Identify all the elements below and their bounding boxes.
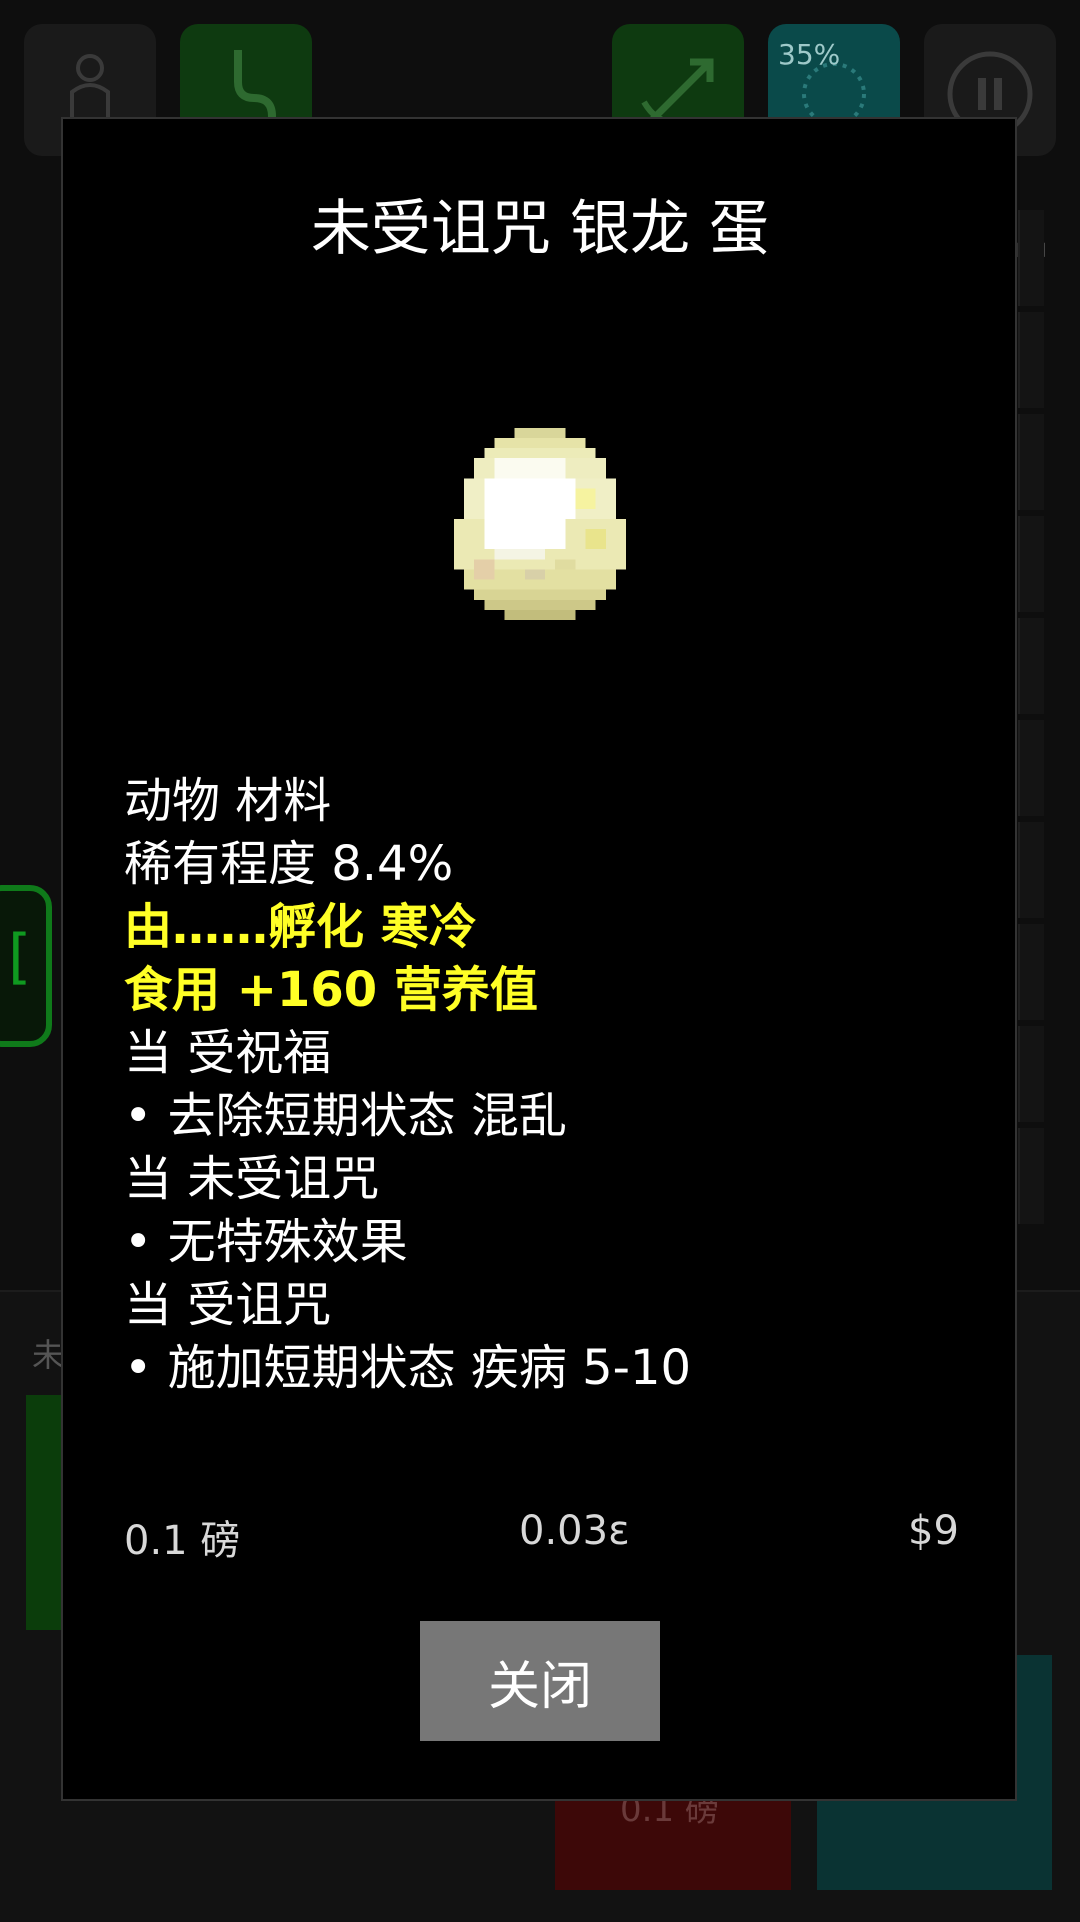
desc-line: 当 未受诅咒 [124,1151,380,1207]
desc-line-highlight: 食用 +160 营养值 [124,962,538,1018]
desc-line: 稀有程度 8.4% [124,836,454,892]
desc-line: • 去除短期状态 混乱 [124,1088,567,1144]
inventory-side-strip [1018,210,1044,1290]
silver-dragon-egg-icon [454,427,626,621]
item-weight: 0.1 磅 [124,1518,241,1564]
desc-line: • 施加短期状态 疾病 5-10 [124,1340,692,1396]
desc-line: 当 受诅咒 [124,1277,332,1333]
desc-line: 当 受祝福 [124,1025,332,1081]
bracket-icon: [ [8,922,32,992]
close-button[interactable]: 关闭 [420,1621,660,1741]
desc-line: • 无特殊效果 [124,1214,408,1270]
item-price: $9 [908,1508,959,1554]
item-title: 未受诅咒 银龙 蛋 [310,194,770,264]
ability-percent: 35% [778,38,841,71]
item-description: 动物 材料 稀有程度 8.4% 由……孵化 寒冷 食用 +160 营养值 当 受… [124,770,984,1400]
desc-line-highlight: 由……孵化 寒冷 [124,899,477,955]
item-energy: 0.03ε [519,1508,630,1554]
desc-line: 动物 材料 [124,773,332,829]
bottom-panel-label: 未 [32,1336,65,1374]
